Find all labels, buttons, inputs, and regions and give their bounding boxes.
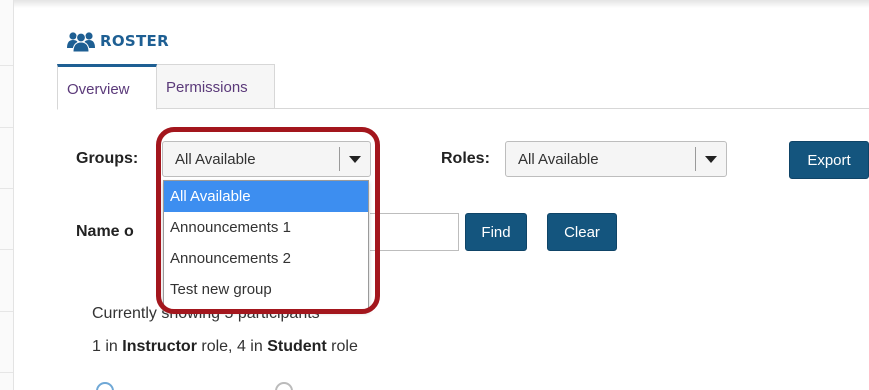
tool-header: ROSTER [66, 28, 169, 54]
rail-divider [0, 249, 13, 250]
role-counts-middle: role, 4 in [196, 338, 268, 355]
find-button[interactable]: Find [465, 213, 527, 251]
rail-divider [0, 188, 13, 189]
rail-divider [0, 65, 13, 66]
export-button[interactable]: Export [789, 141, 869, 179]
student-role-label: Student [267, 338, 327, 355]
top-shadow [14, 0, 869, 8]
roles-label: Roles: [441, 150, 490, 167]
rail-divider [0, 127, 13, 128]
radio-icon[interactable] [96, 382, 114, 390]
highlight-callout [156, 127, 380, 314]
rail-divider [0, 372, 13, 373]
role-counts-prefix: 1 in [92, 338, 123, 355]
tab-overview[interactable]: Overview [57, 64, 157, 110]
roles-select-value: All Available [518, 150, 599, 168]
name-search-label: Name o [76, 223, 134, 240]
tab-bar: Overview Permissions [57, 64, 869, 110]
chevron-down-icon[interactable] [696, 141, 726, 177]
page-title: ROSTER [100, 32, 169, 50]
role-counts-suffix: role [326, 338, 358, 355]
roles-select[interactable]: All Available [505, 141, 727, 177]
tab-permissions[interactable]: Permissions [157, 64, 275, 109]
clear-button[interactable]: Clear [547, 213, 617, 251]
groups-label: Groups: [76, 150, 139, 167]
rail-divider [0, 311, 13, 312]
users-icon [66, 30, 96, 53]
name-search-input[interactable] [370, 213, 459, 251]
radio-icon[interactable] [275, 382, 293, 390]
left-rail [0, 0, 14, 390]
role-counts-text: 1 in Instructor role, 4 in Student role [92, 338, 358, 356]
instructor-role-label: Instructor [122, 338, 197, 355]
